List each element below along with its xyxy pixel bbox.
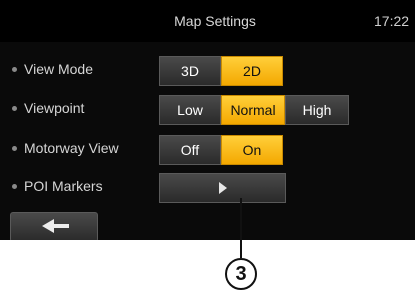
- bullet-icon: [12, 106, 17, 111]
- setting-label: Motorway View: [24, 140, 119, 156]
- viewpoint-normal-button[interactable]: Normal: [221, 95, 285, 125]
- bullet-icon: [12, 184, 17, 189]
- view-mode-2d-button[interactable]: 2D: [221, 56, 283, 86]
- view-mode-3d-button[interactable]: 3D: [159, 56, 221, 86]
- setting-label: Viewpoint: [24, 100, 85, 116]
- clock: 17:22: [374, 13, 410, 29]
- bullet-icon: [12, 146, 17, 151]
- setting-row-view-mode: View Mode 3D 2D: [0, 51, 415, 89]
- setting-row-poi-markers: POI Markers: [0, 168, 415, 206]
- setting-row-motorway-view: Motorway View Off On: [0, 130, 415, 168]
- callout-line: [240, 198, 242, 258]
- viewpoint-low-button[interactable]: Low: [159, 95, 221, 125]
- setting-label: View Mode: [24, 61, 94, 77]
- page-title: Map Settings: [174, 13, 256, 29]
- motorway-off-button[interactable]: Off: [159, 135, 221, 165]
- back-arrow-icon: [42, 219, 69, 233]
- back-button[interactable]: [10, 212, 98, 240]
- bullet-icon: [12, 67, 17, 72]
- play-icon: [218, 182, 227, 194]
- map-settings-screen: Map Settings 17:22 View Mode 3D 2D Viewp…: [0, 0, 415, 240]
- setting-row-viewpoint: Viewpoint Low Normal High: [0, 90, 415, 128]
- poi-markers-button[interactable]: [159, 173, 286, 203]
- title-bar: Map Settings 17:22: [0, 0, 415, 42]
- viewpoint-high-button[interactable]: High: [285, 95, 349, 125]
- callout-number: 3: [225, 258, 257, 290]
- motorway-on-button[interactable]: On: [221, 135, 283, 165]
- setting-label: POI Markers: [24, 178, 103, 194]
